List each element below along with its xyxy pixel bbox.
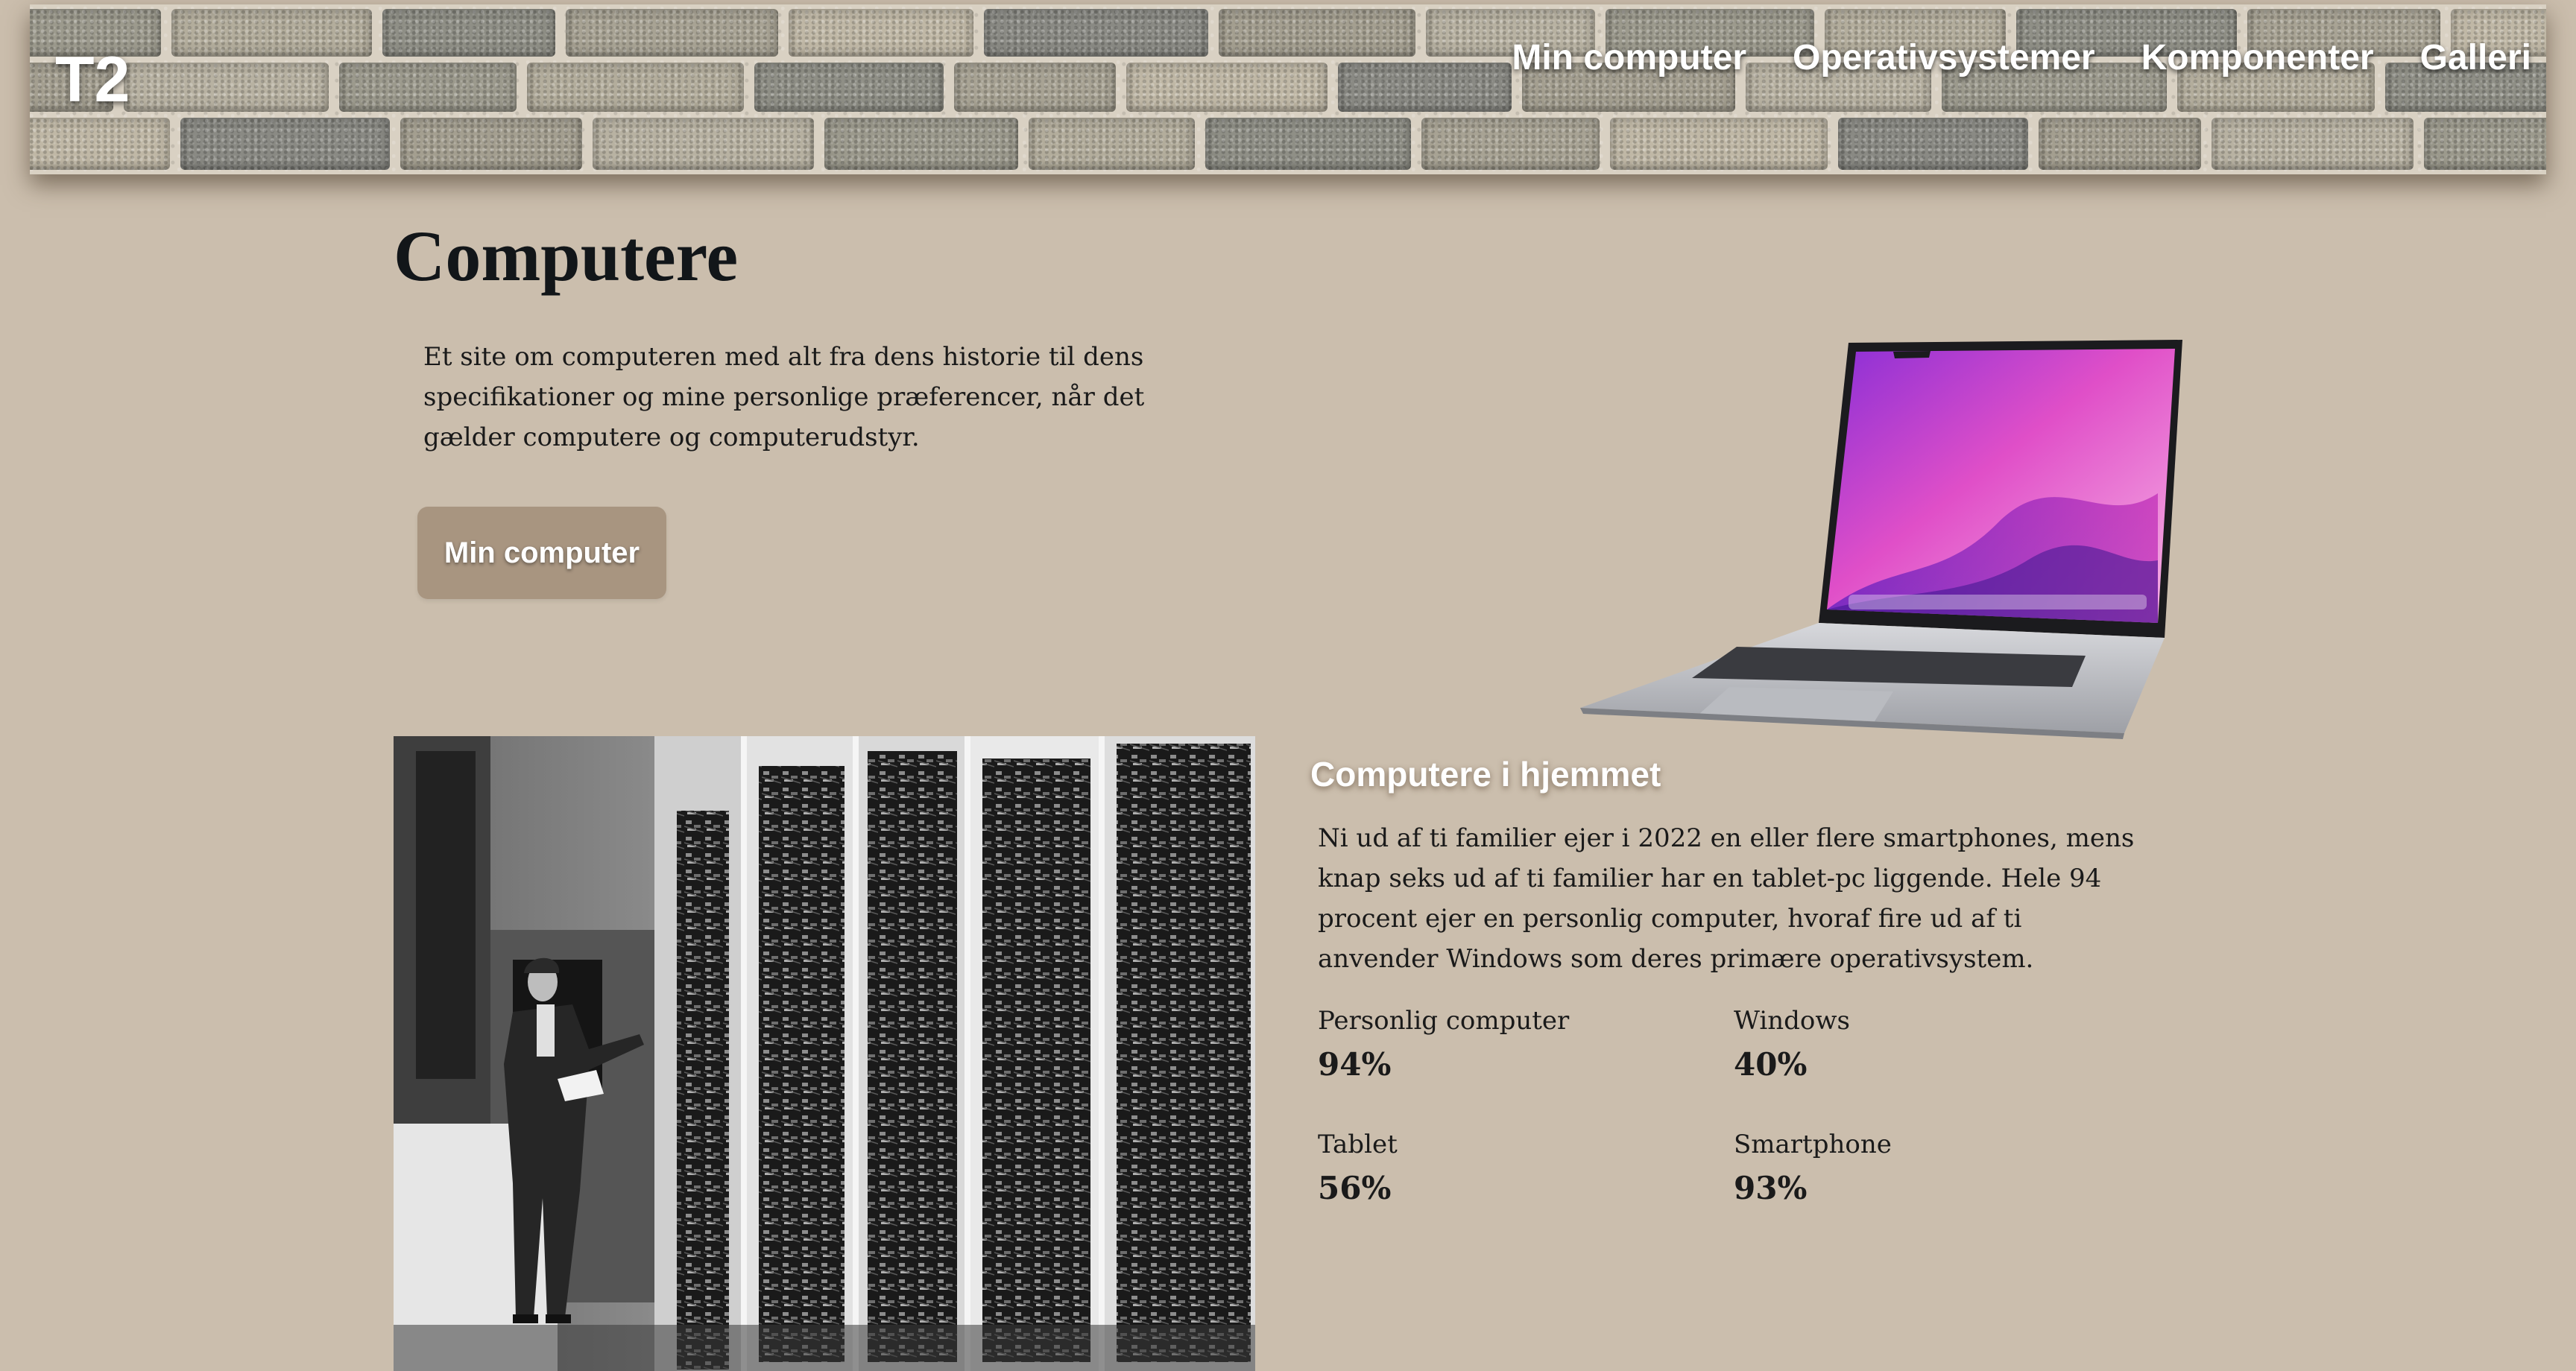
stat-value: 56% [1318,1170,1392,1206]
section-text: Ni ud af ti familier ejer i 2022 en elle… [1318,823,2135,974]
stat-value: 94% [1318,1046,1392,1083]
intro-text: Et site om computeren med alt fra dens h… [423,342,1145,452]
page-title: Computere [394,216,739,296]
historic-computer-photo [394,736,1255,1371]
nav-link-galleri[interactable]: Galleri [2420,37,2531,78]
main-nav: Min computer Operativsystemer Komponente… [1512,37,2531,78]
stat-value: 40% [1734,1046,1808,1083]
section-title: Computere i hjemmet [1310,755,1661,794]
nav-link-operativsystemer[interactable]: Operativsystemer [1793,37,2095,78]
stat-smartphone: Smartphone 93% [1734,1130,2106,1206]
min-computer-button[interactable]: Min computer [417,507,666,599]
laptop-image [1580,337,2191,739]
stat-windows: Windows 40% [1734,1006,2106,1083]
stat-label: Tablet [1318,1130,1398,1159]
stat-value: 93% [1734,1170,1808,1206]
stat-tablet: Tablet 56% [1318,1130,1690,1206]
stat-personlig-computer: Personlig computer 94% [1318,1006,1690,1083]
nav-link-min-computer[interactable]: Min computer [1512,37,1746,78]
nav-link-komponenter[interactable]: Komponenter [2141,37,2374,78]
stat-label: Windows [1734,1006,1850,1036]
site-logo[interactable]: T2 [55,43,130,117]
stat-label: Personlig computer [1318,1006,1570,1036]
stat-label: Smartphone [1734,1130,1892,1159]
site-header: T2 Min computer Operativsystemer Kompone… [30,4,2546,174]
